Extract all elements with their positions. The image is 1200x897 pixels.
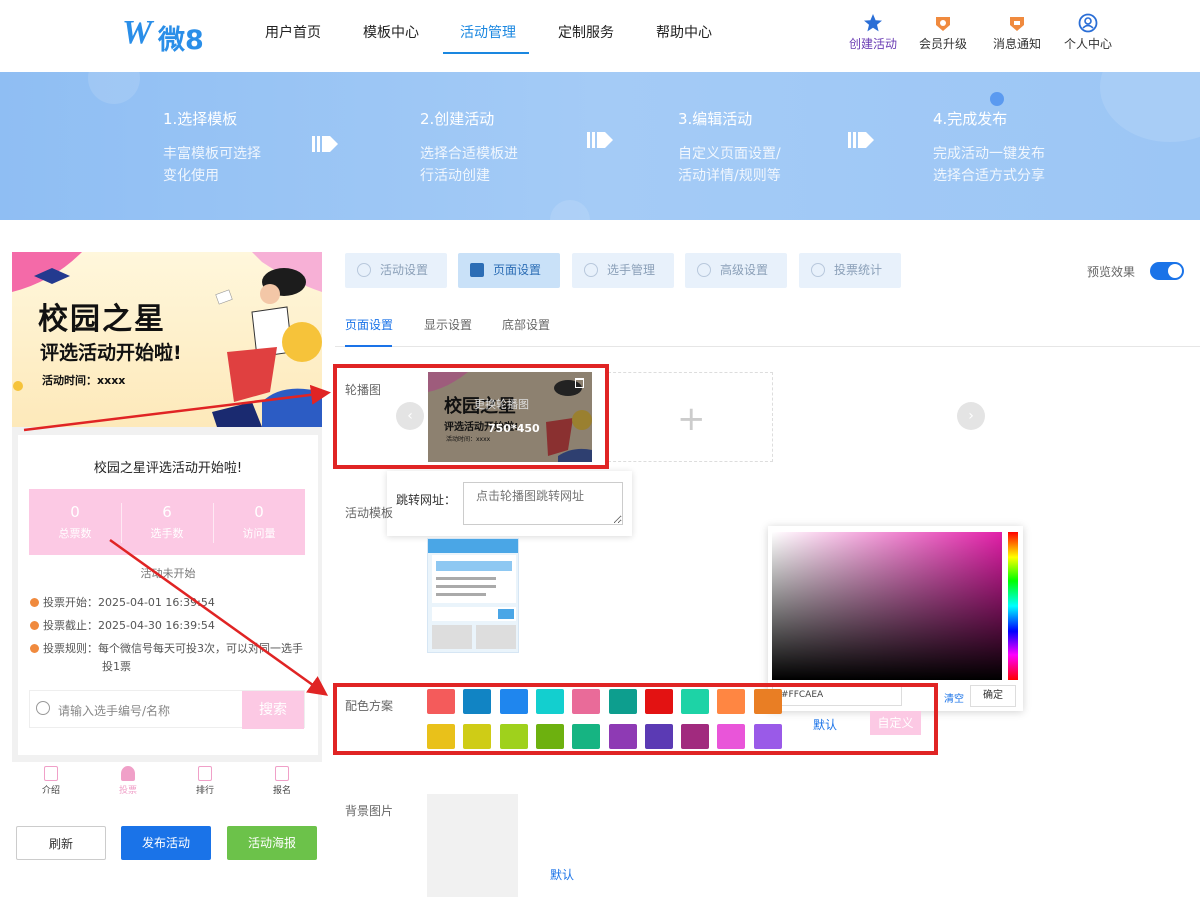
arrow-to-carousel: [23, 384, 331, 432]
annotation-arrows: [23, 384, 331, 696]
arrow-to-colors: [109, 538, 329, 696]
